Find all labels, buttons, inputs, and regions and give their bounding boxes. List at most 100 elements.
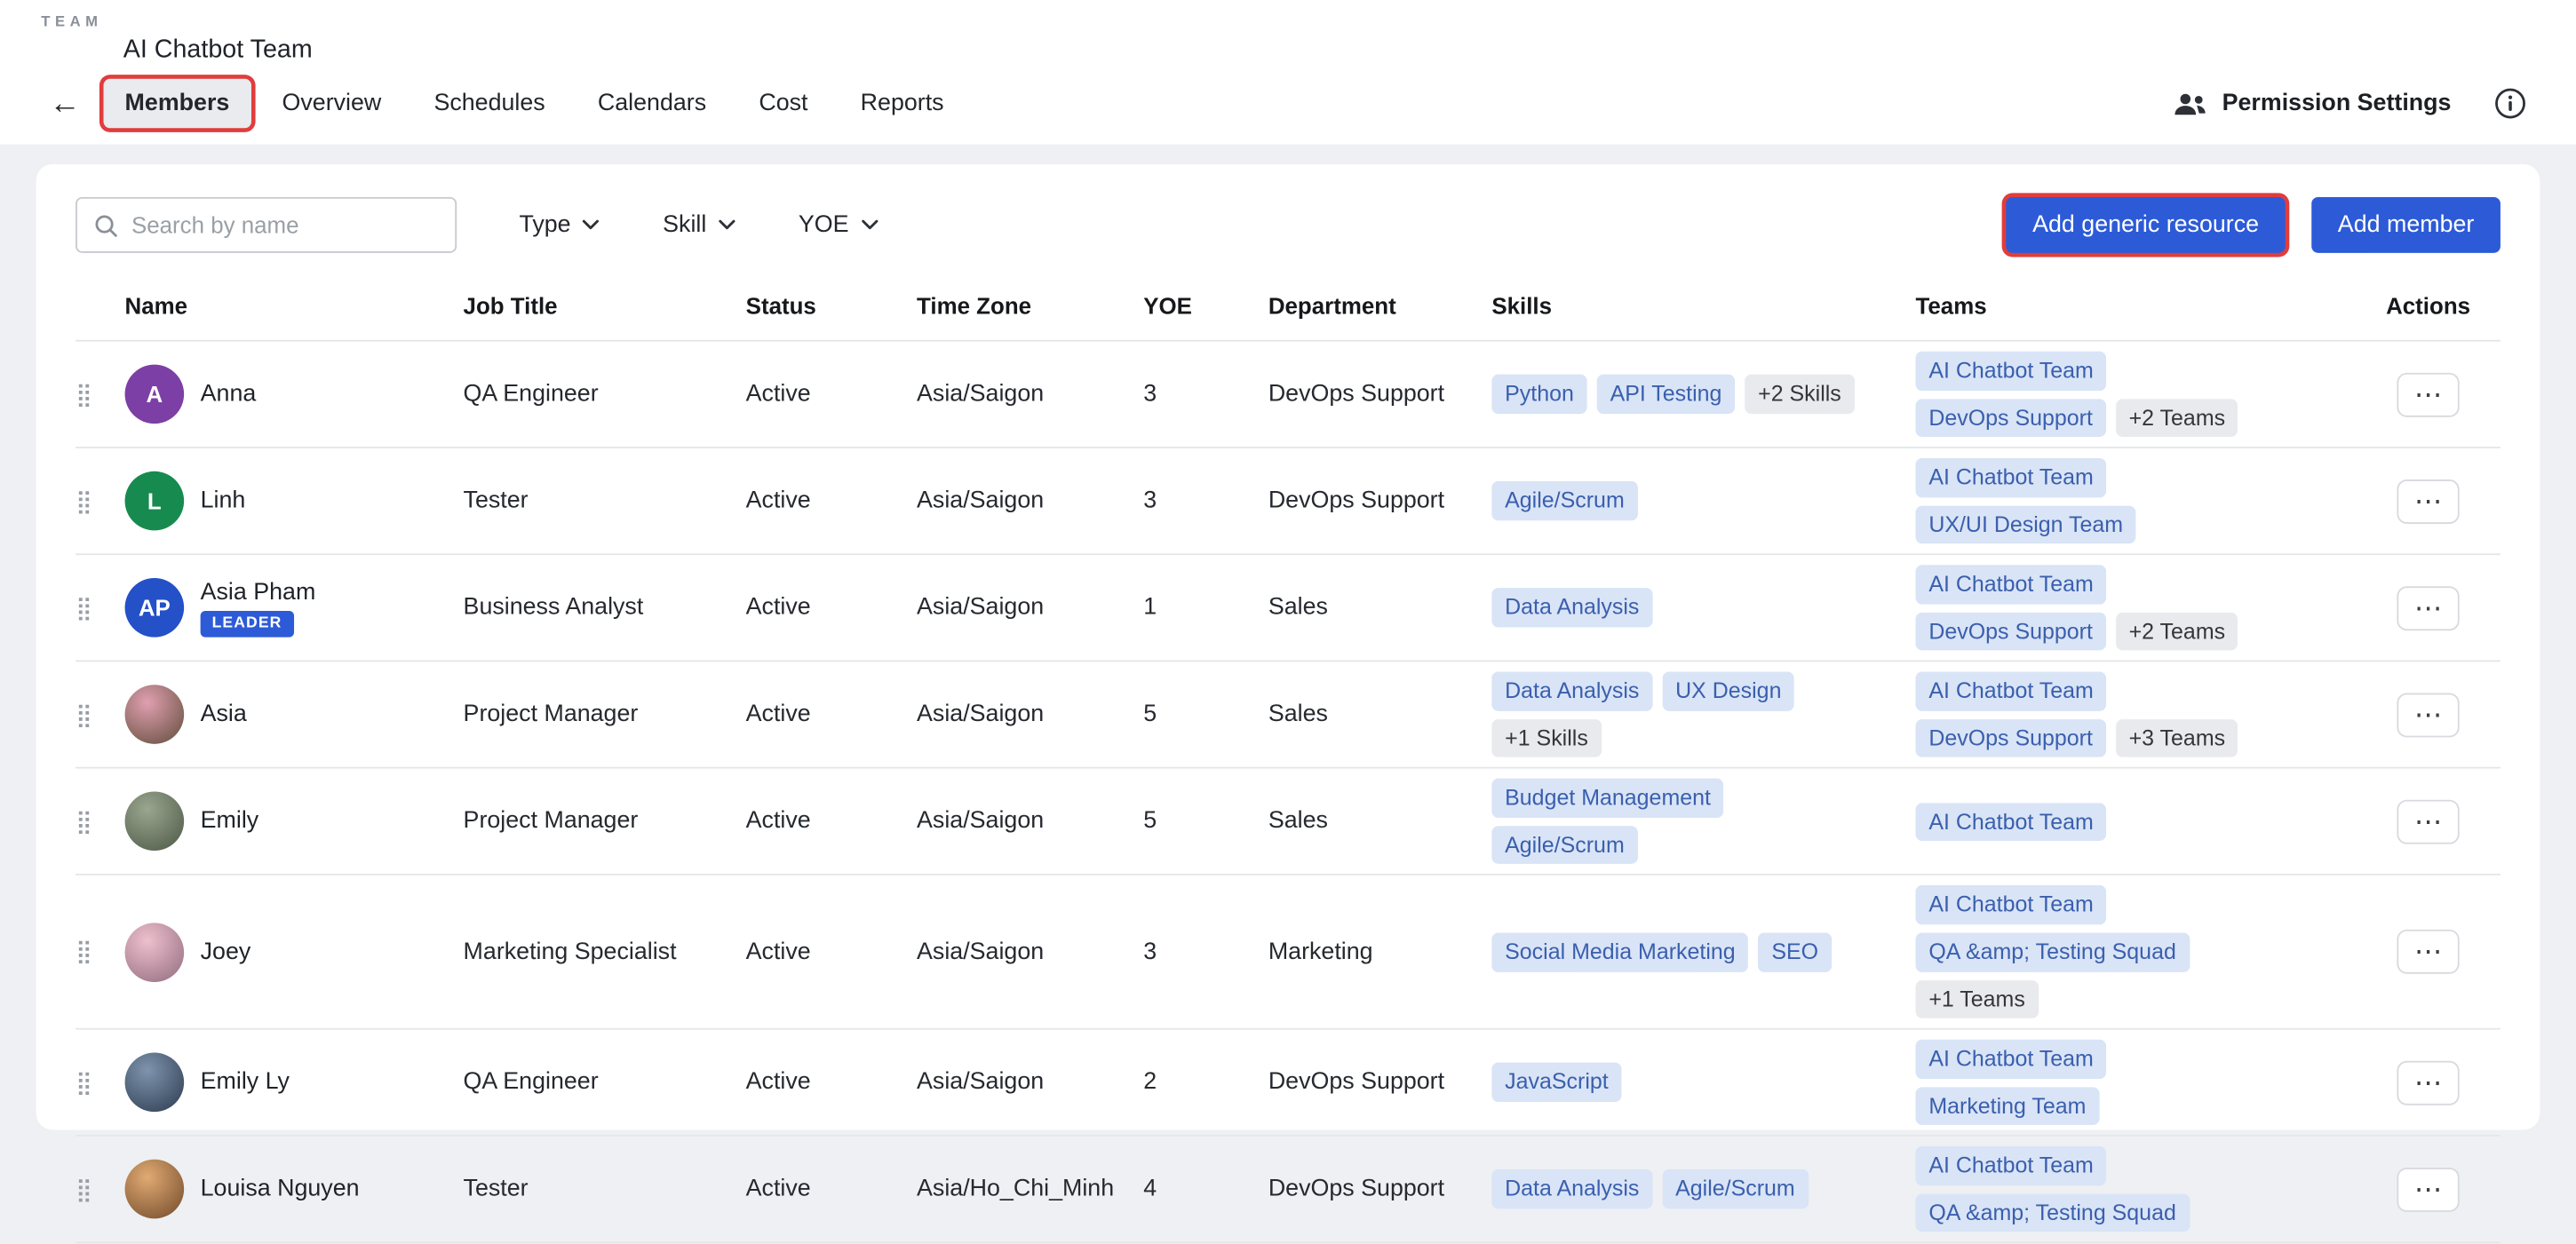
status: Active xyxy=(746,701,917,728)
overflow-chip[interactable]: +1 Skills xyxy=(1491,719,1601,758)
overflow-chip[interactable]: +3 Teams xyxy=(2116,719,2238,758)
filter-yoe-dropdown[interactable]: YOE xyxy=(799,212,879,239)
nav-row: ← Members Overview Schedules Calendars C… xyxy=(0,72,2549,144)
tab-reports[interactable]: Reports xyxy=(839,79,966,128)
tab-calendars[interactable]: Calendars xyxy=(576,79,727,128)
overflow-chip[interactable]: +1 Teams xyxy=(1916,979,2039,1018)
time-zone: Asia/Saigon xyxy=(917,809,1143,836)
time-zone: Asia/Saigon xyxy=(917,488,1143,515)
tab-cost[interactable]: Cost xyxy=(737,79,829,128)
teams-cell: AI Chatbot TeamDevOps Support+2 Teams xyxy=(1916,566,2359,651)
job-title: Project Manager xyxy=(464,701,746,728)
skill-chip: Budget Management xyxy=(1491,779,1723,818)
leader-badge: LEADER xyxy=(201,611,294,638)
time-zone: Asia/Saigon xyxy=(917,595,1143,622)
overflow-chip[interactable]: +2 Teams xyxy=(2116,399,2238,438)
info-icon[interactable] xyxy=(2494,87,2527,120)
filter-skill-dropdown[interactable]: Skill xyxy=(663,212,735,239)
tabs: Members Overview Schedules Calendars Cos… xyxy=(104,79,966,128)
member-name: Anna xyxy=(201,381,257,408)
tab-members[interactable]: Members xyxy=(104,79,251,128)
job-title: Tester xyxy=(464,488,746,515)
job-title: QA Engineer xyxy=(464,1069,746,1096)
table-row: ⣿LLinhTesterActiveAsia/Saigon3DevOps Sup… xyxy=(76,448,2500,555)
team-chip: DevOps Support xyxy=(1916,399,2106,438)
job-title: Business Analyst xyxy=(464,595,746,622)
yoe: 2 xyxy=(1143,1069,1268,1096)
search-input[interactable] xyxy=(131,212,439,239)
row-actions-button[interactable]: ⋯ xyxy=(2397,586,2459,630)
name-cell: Asia xyxy=(125,685,464,745)
actions-cell: ⋯ xyxy=(2359,693,2497,737)
member-name: Asia Pham xyxy=(201,579,316,606)
tab-schedules[interactable]: Schedules xyxy=(412,79,566,128)
skill-chip: SEO xyxy=(1759,933,1832,972)
overflow-chip[interactable]: +2 Teams xyxy=(2116,612,2238,651)
job-title: Marketing Specialist xyxy=(464,939,746,966)
team-chip: AI Chatbot Team xyxy=(1916,458,2107,497)
name-cell: APAsia PhamLEADER xyxy=(125,578,464,638)
chevron-down-icon xyxy=(583,218,600,232)
skills-cell: Data Analysis Agile/Scrum xyxy=(1491,1170,1915,1209)
filter-yoe-label: YOE xyxy=(799,212,849,239)
yoe: 3 xyxy=(1143,488,1268,515)
drag-handle-icon[interactable]: ⣿ xyxy=(76,939,124,966)
teams-cell: AI Chatbot TeamMarketing Team xyxy=(1916,1040,2359,1125)
overflow-chip[interactable]: +2 Skills xyxy=(1745,375,1854,414)
teams-cell: AI Chatbot TeamUX/UI Design Team xyxy=(1916,458,2359,543)
page-body: Type Skill YOE Add generic resource Add … xyxy=(0,145,2576,1152)
team-label: TEAM xyxy=(41,13,2549,29)
status: Active xyxy=(746,488,917,515)
skill-chip: Data Analysis xyxy=(1491,1170,1652,1209)
drag-handle-icon[interactable]: ⣿ xyxy=(76,808,124,836)
avatar xyxy=(125,685,185,745)
toolbar: Type Skill YOE Add generic resource Add … xyxy=(76,197,2500,253)
add-generic-resource-button[interactable]: Add generic resource xyxy=(2007,197,2286,253)
top-bar: TEAM AI Chatbot Team ← Members Overview … xyxy=(0,0,2576,145)
table-row: ⣿AsiaProject ManagerActiveAsia/Saigon5Sa… xyxy=(76,662,2500,769)
drag-handle-icon[interactable]: ⣿ xyxy=(76,1176,124,1203)
drag-handle-icon[interactable]: ⣿ xyxy=(76,1068,124,1096)
status: Active xyxy=(746,1177,917,1203)
row-actions-button[interactable]: ⋯ xyxy=(2397,693,2459,737)
add-member-button[interactable]: Add member xyxy=(2311,197,2500,253)
row-actions-button[interactable]: ⋯ xyxy=(2397,800,2459,844)
member-name: Asia xyxy=(201,701,247,728)
row-actions-button[interactable]: ⋯ xyxy=(2397,1060,2459,1105)
skills-cell: Agile/Scrum xyxy=(1491,482,1915,521)
tab-overview[interactable]: Overview xyxy=(260,79,402,128)
teams-cell: AI Chatbot Team xyxy=(1916,803,2359,842)
skill-chip: Agile/Scrum xyxy=(1662,1170,1808,1209)
column-header-teams: Teams xyxy=(1916,292,2359,319)
skill-chip: Data Analysis xyxy=(1491,589,1652,628)
team-chip: AI Chatbot Team xyxy=(1916,566,2107,605)
team-chip: DevOps Support xyxy=(1916,719,2106,758)
skills-cell: Social Media Marketing SEO xyxy=(1491,933,1915,972)
page-title: AI Chatbot Team xyxy=(123,36,2550,66)
time-zone: Asia/Saigon xyxy=(917,1069,1143,1096)
row-actions-button[interactable]: ⋯ xyxy=(2397,930,2459,974)
drag-handle-icon[interactable]: ⣿ xyxy=(76,380,124,408)
teams-cell: AI Chatbot TeamQA &amp; Testing Squad+1 … xyxy=(1916,886,2359,1018)
drag-handle-icon[interactable]: ⣿ xyxy=(76,701,124,728)
row-actions-button[interactable]: ⋯ xyxy=(2397,479,2459,523)
search-box xyxy=(76,197,457,253)
team-chip: QA &amp; Testing Squad xyxy=(1916,933,2190,972)
department: Sales xyxy=(1268,809,1492,836)
status: Active xyxy=(746,381,917,408)
back-button[interactable]: ← xyxy=(49,88,80,119)
department: Marketing xyxy=(1268,939,1492,966)
skill-chip: Social Media Marketing xyxy=(1491,933,1748,972)
department: Sales xyxy=(1268,701,1492,728)
department: Sales xyxy=(1268,595,1492,622)
filter-type-dropdown[interactable]: Type xyxy=(519,212,600,239)
name-cell: Emily Ly xyxy=(125,1053,464,1113)
drag-handle-icon[interactable]: ⣿ xyxy=(76,594,124,622)
permission-settings-button[interactable]: Permission Settings xyxy=(2171,90,2451,117)
drag-handle-icon[interactable]: ⣿ xyxy=(76,487,124,515)
team-chip: QA &amp; Testing Squad xyxy=(1916,1193,2190,1232)
row-actions-button[interactable]: ⋯ xyxy=(2397,372,2459,416)
time-zone: Asia/Saigon xyxy=(917,701,1143,728)
row-actions-button[interactable]: ⋯ xyxy=(2397,1168,2459,1212)
name-cell: Emily xyxy=(125,792,464,852)
